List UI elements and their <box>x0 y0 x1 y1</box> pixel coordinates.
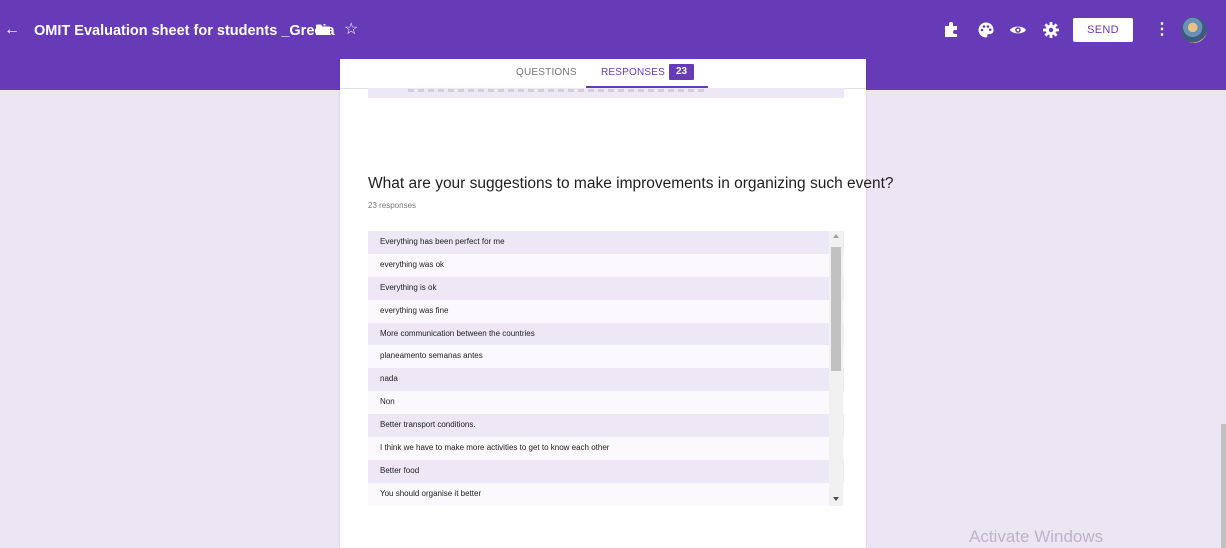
form-title[interactable]: OMIT Evaluation sheet for students _Grec… <box>34 21 335 41</box>
palette-icon[interactable] <box>977 21 995 39</box>
addon-puzzle-icon[interactable] <box>942 21 960 39</box>
tab-questions[interactable]: QUESTIONS <box>516 67 577 78</box>
tab-bar: QUESTIONS RESPONSES 23 <box>340 59 866 89</box>
answers-scrollbar[interactable] <box>829 231 843 506</box>
list-item: Everything is ok <box>368 276 844 300</box>
form-card: QUESTIONS RESPONSES 23 What are your sug… <box>340 59 894 548</box>
list-item: More communication between the countries <box>368 322 844 346</box>
avatar[interactable] <box>1181 17 1207 43</box>
list-item: Better transport conditions. <box>368 414 844 438</box>
answers-list[interactable]: Everything has been perfect for me every… <box>368 231 844 506</box>
more-vert-icon[interactable]: ⋮ <box>1154 19 1170 41</box>
scroll-down-arrow-icon[interactable] <box>833 497 839 501</box>
responses-count-text: 23 responses <box>368 201 417 210</box>
previous-question-list-edge <box>368 88 844 98</box>
list-item: everything was fine <box>368 299 844 323</box>
settings-gear-icon[interactable] <box>1042 21 1060 39</box>
list-item: Non <box>368 391 844 415</box>
question-title: What are your suggestions to make improv… <box>368 175 894 192</box>
list-item: everything was ok <box>368 253 844 277</box>
star-icon[interactable]: ☆ <box>344 20 358 40</box>
folder-icon[interactable] <box>316 24 330 35</box>
list-item: I think we have to make more activities … <box>368 437 844 460</box>
page-scrollbar-thumb[interactable] <box>1221 424 1226 548</box>
responses-count-badge: 23 <box>669 64 694 80</box>
list-item: planeamento semanas antes <box>368 345 844 369</box>
scrollbar-thumb[interactable] <box>831 247 841 371</box>
list-item: nada <box>368 368 844 392</box>
send-button[interactable]: SEND <box>1073 18 1133 42</box>
scroll-up-arrow-icon[interactable] <box>833 234 839 238</box>
list-item: You should organise it better <box>368 482 844 506</box>
preview-eye-icon[interactable] <box>1009 21 1027 39</box>
list-item: Everything has been perfect for me <box>368 231 844 254</box>
tab-responses[interactable]: RESPONSES <box>601 67 665 78</box>
list-item: Better food <box>368 459 844 483</box>
back-arrow-icon[interactable]: ← <box>4 20 20 40</box>
activate-windows-watermark: Activate Windows <box>969 527 1104 546</box>
